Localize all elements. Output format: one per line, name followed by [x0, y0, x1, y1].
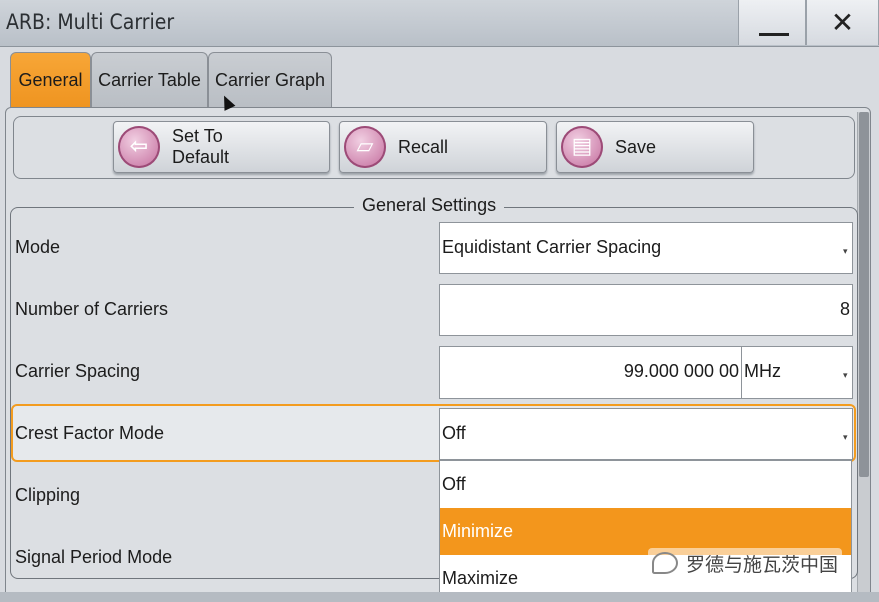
- vertical-scrollbar[interactable]: [857, 112, 870, 596]
- carrier-spacing-label: Carrier Spacing: [15, 361, 141, 381]
- scrollbar-thumb[interactable]: [859, 112, 869, 477]
- crest-factor-mode-label: Crest Factor Mode: [15, 423, 165, 443]
- mode-value: Equidistant Carrier Spacing: [442, 237, 662, 257]
- wechat-icon: [652, 552, 678, 574]
- carrier-spacing-input[interactable]: 99.000 000 00: [439, 346, 742, 399]
- taskbar-strip: [0, 592, 879, 602]
- carrier-spacing-unit: MHz: [744, 361, 781, 381]
- tab-general[interactable]: General: [10, 52, 91, 108]
- set-to-default-button[interactable]: ⇦ Set To Default: [113, 121, 330, 173]
- chevron-down-icon: [842, 347, 852, 398]
- number-of-carriers-label: Number of Carriers: [15, 299, 169, 319]
- back-arrow-icon: ⇦: [118, 126, 160, 168]
- minimize-button[interactable]: [738, 0, 806, 45]
- crest-factor-mode-select[interactable]: Off: [439, 408, 853, 460]
- dropdown-option-off[interactable]: Off: [440, 461, 851, 508]
- set-default-label-line1: Set To: [172, 126, 223, 146]
- watermark-text: 罗德与施瓦茨中国: [686, 554, 839, 576]
- number-of-carriers-input[interactable]: 8: [439, 284, 853, 336]
- save-label: Save: [615, 136, 657, 157]
- close-icon: ✕: [830, 7, 855, 38]
- folder-open-icon: ▱: [344, 126, 386, 168]
- carrier-spacing-unit-select[interactable]: MHz: [741, 346, 853, 399]
- mode-select[interactable]: Equidistant Carrier Spacing: [439, 222, 853, 274]
- floppy-disk-icon: ▤: [561, 126, 603, 168]
- recall-button[interactable]: ▱ Recall: [339, 121, 547, 173]
- signal-period-mode-label: Signal Period Mode: [15, 547, 173, 567]
- multi-carrier-window: ARB: Multi Carrier ✕ General Carrier Tab…: [0, 0, 879, 602]
- carrier-spacing-value: 99.000 000 00: [623, 361, 739, 381]
- mode-label: Mode: [15, 237, 61, 257]
- save-button[interactable]: ▤ Save: [556, 121, 754, 173]
- number-of-carriers-value: 8: [839, 299, 850, 319]
- chevron-down-icon: [842, 223, 852, 273]
- close-button[interactable]: ✕: [806, 0, 879, 45]
- set-default-label-line2: Default: [172, 147, 230, 167]
- title-bar: ARB: Multi Carrier ✕: [0, 0, 879, 47]
- chevron-down-icon: [842, 409, 852, 459]
- window-title: ARB: Multi Carrier: [6, 10, 175, 34]
- general-settings-title: General Settings: [354, 195, 505, 216]
- crest-factor-dropdown-list: Off Minimize Maximize: [439, 460, 852, 602]
- watermark: 罗德与施瓦茨中国: [648, 548, 843, 578]
- recall-label: Recall: [398, 136, 449, 157]
- clipping-label: Clipping: [15, 485, 81, 505]
- crest-factor-mode-value: Off: [442, 423, 466, 443]
- tab-carrier-table[interactable]: Carrier Table: [91, 52, 208, 108]
